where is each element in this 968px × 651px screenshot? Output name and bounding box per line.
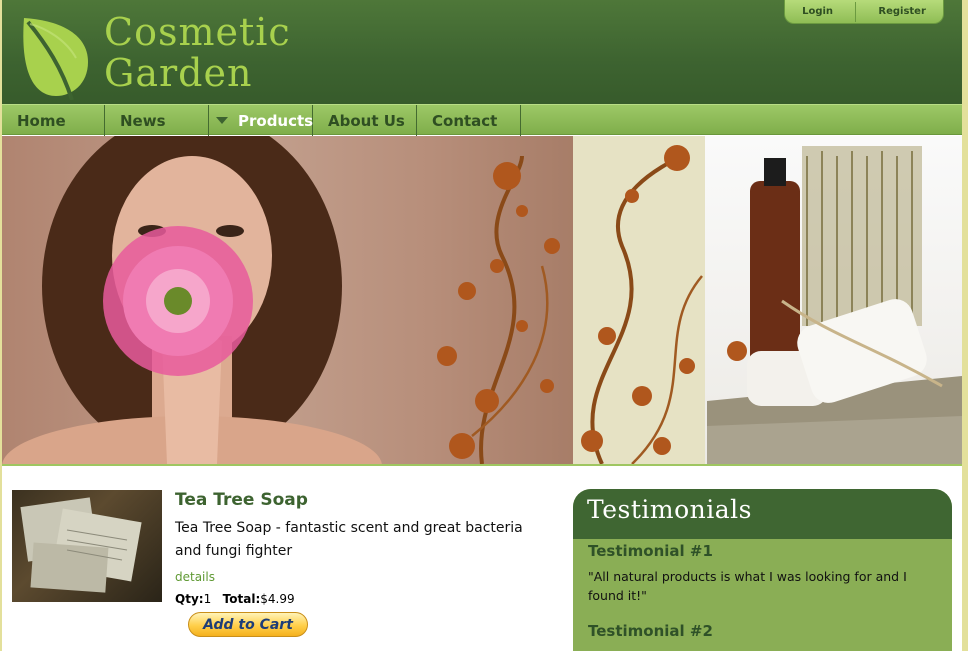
nav-label: Contact bbox=[432, 111, 498, 130]
qty-value: 1 bbox=[203, 592, 212, 606]
nav-home[interactable]: Home bbox=[2, 105, 105, 136]
page: Cosmetic Garden Login Register Home News… bbox=[2, 0, 962, 651]
login-link[interactable]: Login bbox=[802, 6, 833, 17]
add-to-cart-button[interactable]: Add to Cart bbox=[188, 612, 308, 637]
product-description: Tea Tree Soap - fantastic scent and grea… bbox=[175, 520, 523, 559]
register-link[interactable]: Register bbox=[878, 6, 926, 17]
nav-label: Home bbox=[17, 111, 66, 130]
nav-label: Products bbox=[238, 111, 314, 130]
nav-label: News bbox=[120, 111, 166, 130]
banner-illustration bbox=[2, 136, 962, 464]
testimonials-box: Testimonials Testimonial #1 "All natural… bbox=[573, 489, 952, 651]
account-tab: Login Register bbox=[784, 0, 944, 24]
site-logo[interactable]: Cosmetic Garden bbox=[104, 12, 291, 94]
main-nav: Home News Products About Us Contact bbox=[2, 104, 962, 136]
nav-products[interactable]: Products bbox=[209, 105, 313, 136]
testimonial-title: Testimonial #1 bbox=[588, 542, 713, 560]
product-title[interactable]: Tea Tree Soap bbox=[175, 490, 308, 510]
logo-line-1: Cosmetic bbox=[104, 10, 291, 54]
account-divider bbox=[855, 1, 857, 22]
hero-banner bbox=[2, 136, 962, 464]
site-header: Cosmetic Garden Login Register bbox=[2, 0, 962, 104]
banner-divider bbox=[2, 464, 962, 466]
triangle-down-icon bbox=[216, 117, 228, 124]
nav-contact[interactable]: Contact bbox=[417, 105, 521, 136]
leaf-icon bbox=[23, 18, 88, 100]
qty-total-line: Qty:1 Total:$4.99 bbox=[175, 592, 295, 606]
product-image[interactable] bbox=[12, 490, 162, 602]
qty-label: Qty: bbox=[175, 592, 204, 606]
details-link[interactable]: details bbox=[175, 570, 215, 584]
testimonials-heading: Testimonials bbox=[573, 489, 952, 539]
logo-line-2: Garden bbox=[104, 51, 253, 95]
testimonial-title: Testimonial #2 bbox=[588, 622, 713, 640]
total-label: Total: bbox=[222, 592, 261, 606]
nav-about-us[interactable]: About Us bbox=[313, 105, 417, 136]
soap-image-icon bbox=[20, 497, 142, 593]
nav-label: About Us bbox=[328, 111, 405, 130]
total-value: $4.99 bbox=[260, 592, 295, 606]
testimonial-text: "All natural products is what I was look… bbox=[588, 569, 907, 603]
nav-news[interactable]: News bbox=[105, 105, 209, 136]
